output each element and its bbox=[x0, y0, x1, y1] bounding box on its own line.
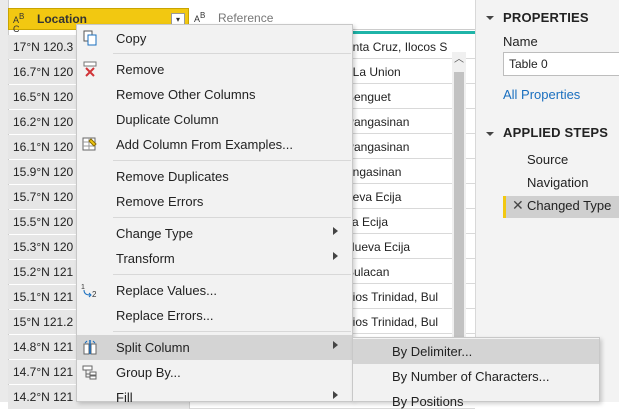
menu-item-group-by[interactable]: Group By... bbox=[77, 360, 352, 385]
collapse-triangle-icon[interactable] bbox=[486, 16, 494, 24]
reference-cell[interactable]: Bulacan bbox=[346, 265, 458, 279]
applied-step-source[interactable]: Source bbox=[503, 150, 619, 172]
menu-item-replace-errors[interactable]: Replace Errors... bbox=[77, 303, 352, 328]
applied-step-navigation[interactable]: Navigation bbox=[503, 173, 619, 195]
menu-item-transform[interactable]: Transform bbox=[77, 246, 352, 271]
menu-item-split-column[interactable]: Split Column bbox=[77, 335, 352, 360]
add-column-examples-icon bbox=[81, 136, 99, 153]
menu-item-label: Fill bbox=[116, 390, 133, 405]
menu-item-duplicate-column[interactable]: Duplicate Column bbox=[77, 107, 352, 132]
menu-separator bbox=[113, 53, 351, 54]
reference-cell[interactable]: angasinan bbox=[346, 165, 458, 179]
menu-separator bbox=[113, 160, 351, 161]
reference-cell[interactable]: Pangasinan bbox=[346, 140, 458, 154]
query-name-input[interactable]: Table 0 bbox=[503, 52, 619, 76]
step-label: Changed Type bbox=[527, 198, 612, 213]
reference-cell[interactable]: , La Union bbox=[346, 65, 458, 79]
menu-item-label: Copy bbox=[116, 31, 147, 46]
all-properties-link[interactable]: All Properties bbox=[503, 87, 580, 102]
applied-step-changed-type[interactable]: ✕ Changed Type bbox=[503, 196, 619, 218]
menu-item-label: Split Column bbox=[116, 340, 190, 355]
submenu-item-by-delimiter[interactable]: By Delimiter... bbox=[353, 339, 599, 364]
menu-item-fill[interactable]: Fill bbox=[77, 385, 352, 410]
submenu-arrow-icon bbox=[333, 341, 338, 349]
menu-item-label: Change Type bbox=[116, 226, 194, 241]
menu-item-label: Transform bbox=[116, 251, 175, 266]
menu-item-label: Replace Errors... bbox=[116, 308, 214, 323]
menu-item-label: Group By... bbox=[116, 365, 181, 380]
reference-cell[interactable]: Nueva Ecija bbox=[346, 240, 458, 254]
reference-cell[interactable]: Pangasinan bbox=[346, 115, 458, 129]
copy-icon bbox=[81, 30, 99, 47]
menu-item-remove[interactable]: Remove bbox=[77, 57, 352, 82]
column-context-menu: Copy Remove Remove Other Columns Duplica… bbox=[76, 24, 353, 405]
chevron-up-icon[interactable]: ︿ bbox=[452, 52, 466, 68]
menu-item-copy[interactable]: Copy bbox=[77, 26, 352, 51]
menu-separator bbox=[113, 331, 351, 332]
name-label: Name bbox=[503, 34, 538, 49]
replace-values-icon: 1 2 bbox=[81, 282, 99, 299]
menu-separator bbox=[113, 217, 351, 218]
replace-digit-one: 1 bbox=[81, 284, 85, 291]
menu-item-add-column-from-examples[interactable]: Add Column From Examples... bbox=[77, 132, 352, 157]
reference-cell[interactable]: Benguet bbox=[346, 90, 458, 104]
split-column-submenu: By Delimiter... By Number of Characters.… bbox=[352, 337, 600, 409]
reference-cell[interactable]: dios Trinidad, Bul bbox=[346, 290, 458, 304]
submenu-arrow-icon bbox=[333, 227, 338, 235]
reference-cell[interactable]: anta Cruz, Ilocos S bbox=[346, 40, 458, 54]
menu-item-label: Add Column From Examples... bbox=[116, 137, 294, 152]
properties-title: PROPERTIES bbox=[503, 10, 589, 25]
remove-icon bbox=[81, 61, 99, 78]
submenu-arrow-icon bbox=[333, 252, 338, 260]
menu-separator bbox=[113, 274, 351, 275]
split-column-icon bbox=[81, 339, 99, 356]
column-header-label: Reference bbox=[218, 11, 274, 25]
menu-item-label: Remove bbox=[116, 62, 165, 77]
menu-item-remove-duplicates[interactable]: Remove Duplicates bbox=[77, 164, 352, 189]
delete-step-icon[interactable]: ✕ bbox=[512, 197, 524, 214]
submenu-item-by-number-of-characters[interactable]: By Number of Characters... bbox=[353, 364, 599, 389]
menu-item-label: Duplicate Column bbox=[116, 112, 219, 127]
collapse-triangle-icon[interactable] bbox=[486, 132, 494, 140]
menu-item-label: By Number of Characters... bbox=[392, 369, 550, 384]
menu-item-remove-errors[interactable]: Remove Errors bbox=[77, 189, 352, 214]
menu-item-replace-values[interactable]: 1 2 Replace Values... bbox=[77, 278, 352, 303]
replace-digit-two: 2 bbox=[92, 290, 97, 299]
group-by-icon bbox=[81, 364, 99, 381]
reference-cell[interactable]: dios Trinidad, Bul bbox=[346, 315, 458, 329]
menu-item-label: Replace Values... bbox=[116, 283, 217, 298]
menu-item-change-type[interactable]: Change Type bbox=[77, 221, 352, 246]
menu-item-remove-other-columns[interactable]: Remove Other Columns bbox=[77, 82, 352, 107]
step-label: Source bbox=[527, 152, 569, 167]
menu-item-label: Remove Errors bbox=[116, 194, 204, 209]
text-type-icon[interactable]: ABC bbox=[13, 12, 24, 34]
submenu-arrow-icon bbox=[333, 391, 338, 399]
menu-item-label: Remove Duplicates bbox=[116, 169, 229, 184]
menu-item-label: By Delimiter... bbox=[392, 344, 473, 359]
reference-cell[interactable]: va Ecija bbox=[346, 215, 458, 229]
reference-cell[interactable]: ueva Ecija bbox=[346, 190, 458, 204]
applied-steps-title: APPLIED STEPS bbox=[503, 125, 609, 140]
menu-item-label: Remove Other Columns bbox=[116, 87, 256, 102]
step-label: Navigation bbox=[527, 175, 589, 190]
